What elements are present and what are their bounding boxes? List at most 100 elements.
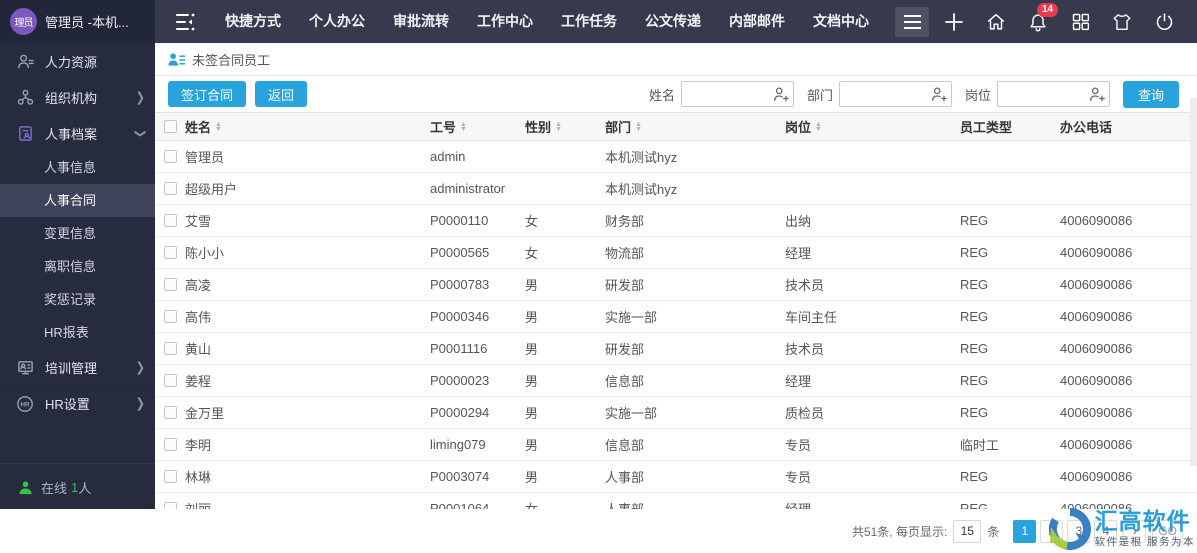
topnav-item-5[interactable]: 公文传递: [631, 0, 715, 43]
cell: 4006090086: [1060, 309, 1133, 324]
query-button[interactable]: 查询: [1122, 80, 1179, 108]
sidebar-item-10[interactable]: HR HR设置 ❯: [0, 385, 155, 421]
cell: 4006090086: [1060, 277, 1133, 292]
sort-icon[interactable]: ▲ ▼: [815, 121, 822, 133]
column-label: 岗位: [785, 120, 812, 135]
column-header-0[interactable]: 姓名 ▲ ▼: [185, 117, 430, 136]
sidebar-subitem-8[interactable]: HR报表: [0, 316, 155, 349]
chevron-right-icon: ❯: [135, 360, 145, 376]
page-button-3[interactable]: 3: [1067, 519, 1091, 543]
table-row[interactable]: 陈小小 P0000565 女 物流部 经理 REG 4006090086: [155, 237, 1197, 269]
table-row[interactable]: 林琳 P0003074 男 人事部 专员 REG 4006090086: [155, 461, 1197, 493]
go-page-button[interactable]: GO: [1152, 519, 1183, 543]
cell: 男: [525, 278, 539, 293]
cell: REG: [960, 309, 989, 324]
vertical-scrollbar[interactable]: [1190, 98, 1197, 466]
table-row[interactable]: 高伟 P0000346 男 实施一部 车间主任 REG 4006090086: [155, 301, 1197, 333]
topnav-item-4[interactable]: 工作任务: [547, 0, 631, 43]
back-button[interactable]: 返回: [255, 81, 308, 107]
person-add-icon[interactable]: [1088, 85, 1106, 108]
row-checkbox[interactable]: [163, 470, 177, 483]
column-header-3[interactable]: 部门 ▲ ▼: [605, 117, 785, 136]
topnav-item-1[interactable]: 个人办公: [295, 0, 379, 43]
topnav-item-2[interactable]: 审批流转: [379, 0, 463, 43]
sort-icon[interactable]: ▲ ▼: [635, 121, 642, 133]
column-label: 姓名: [185, 120, 212, 135]
topnav-item-3[interactable]: 工作中心: [463, 0, 547, 43]
sidebar-item-9[interactable]: 培训管理 ❯: [0, 349, 155, 385]
sort-icon[interactable]: ▲ ▼: [460, 121, 467, 133]
cell: 4006090086: [1060, 341, 1133, 356]
apps-grid-icon[interactable]: [1065, 7, 1095, 37]
table-row[interactable]: 刘丽 P0001064 女人事部 经理 REG 4006090086: [155, 493, 1197, 510]
table-row[interactable]: 金万里 P0000294 男 实施一部 质检员 REG 4006090086: [155, 397, 1197, 429]
row-checkbox[interactable]: [163, 438, 177, 451]
avatar[interactable]: 理员: [10, 8, 37, 35]
power-logout-icon[interactable]: [1149, 7, 1179, 37]
cell: P0001116: [430, 341, 488, 356]
table-row[interactable]: 艾雪 P0000110 女 财务部 出纳 REG 4006090086: [155, 205, 1197, 237]
sidebar-subitem-5[interactable]: 变更信息: [0, 217, 155, 250]
page-size-input[interactable]: [953, 519, 982, 543]
cell: 实施一部: [605, 406, 658, 421]
person-add-icon[interactable]: [930, 85, 948, 108]
page-button-4[interactable]: 4: [1094, 519, 1118, 543]
row-checkbox[interactable]: [163, 214, 177, 227]
sidebar-subitem-6[interactable]: 离职信息: [0, 250, 155, 283]
row-checkbox[interactable]: [163, 374, 177, 387]
page-button-2[interactable]: 2: [1040, 519, 1064, 543]
table-row[interactable]: 管理员 admin 本机测试hyz: [155, 141, 1197, 173]
table-row[interactable]: 黄山 P0001116 男 研发部 技术员 REG 4006090086: [155, 333, 1197, 365]
sort-icon[interactable]: ▲ ▼: [555, 121, 562, 133]
sidebar-subitem-7[interactable]: 奖惩记录: [0, 283, 155, 316]
sidebar-subitem-4[interactable]: 人事合同: [0, 184, 155, 217]
person-add-icon[interactable]: [772, 85, 790, 108]
table-row[interactable]: 姜程 P0000023 男 信息部 经理 REG 4006090086: [155, 365, 1197, 397]
cell: P0000346: [430, 309, 490, 324]
row-checkbox[interactable]: [163, 342, 177, 355]
sidebar-item-label: HR设置: [45, 397, 90, 412]
topnav-item-6[interactable]: 内部邮件: [715, 0, 799, 43]
top-icon-group: 14: [939, 2, 1197, 37]
sidebar-item-0[interactable]: 人力资源: [0, 43, 155, 79]
column-header-4[interactable]: 岗位 ▲ ▼: [785, 117, 960, 136]
cell: 4006090086: [1060, 245, 1133, 260]
column-header-1[interactable]: 工号 ▲ ▼: [430, 117, 525, 136]
sign-contract-button[interactable]: 签订合同: [168, 81, 247, 107]
row-checkbox-cell: [155, 278, 185, 291]
cell: 金万里: [185, 406, 225, 421]
column-header-2[interactable]: 性别 ▲ ▼: [525, 117, 605, 136]
row-checkbox[interactable]: [163, 278, 177, 291]
sort-icon[interactable]: ▲ ▼: [215, 121, 222, 133]
page-button-1[interactable]: 1: [1013, 519, 1037, 543]
total-records-label: 共51条, 每页显示:: [851, 524, 948, 539]
more-menu-icon[interactable]: [895, 6, 929, 37]
row-checkbox-cell: [155, 246, 185, 259]
table-row[interactable]: 超级用户 administrator 本机测试hyz: [155, 173, 1197, 205]
sidebar-collapse-icon[interactable]: [173, 11, 197, 33]
column-label: 员工类型: [960, 120, 1013, 135]
cell: 物流部: [605, 246, 645, 261]
theme-shirt-icon[interactable]: [1107, 7, 1137, 37]
row-checkbox[interactable]: [163, 150, 177, 163]
sidebar-item-1[interactable]: 组织机构 ❯: [0, 79, 155, 115]
online-label: 在线: [41, 481, 68, 496]
row-checkbox[interactable]: [163, 182, 177, 195]
table-row[interactable]: 高凌 P0000783 男 研发部 技术员 REG 4006090086: [155, 269, 1197, 301]
row-checkbox[interactable]: [163, 406, 177, 419]
current-user[interactable]: 理员 管理员 -本机...: [0, 0, 155, 43]
home-icon[interactable]: [981, 7, 1011, 37]
next-page-button[interactable]: ›: [1123, 519, 1147, 543]
topnav-item-7[interactable]: 文档中心: [799, 0, 883, 43]
row-checkbox[interactable]: [163, 310, 177, 323]
cell: 信息部: [605, 438, 645, 453]
topnav-item-0[interactable]: 快捷方式: [211, 0, 295, 43]
select-all-checkbox[interactable]: [163, 120, 177, 133]
page-buttons: 1234: [1013, 519, 1118, 543]
plus-icon[interactable]: [939, 7, 969, 37]
sidebar-subitem-3[interactable]: 人事信息: [0, 151, 155, 184]
row-checkbox[interactable]: [163, 246, 177, 259]
sidebar-item-2[interactable]: 人事档案 ❯: [0, 115, 155, 151]
notifications-bell-icon[interactable]: 14: [1023, 2, 1059, 37]
table-row[interactable]: 李明 liming079 男 信息部 专员 临时工 4006090086: [155, 429, 1197, 461]
